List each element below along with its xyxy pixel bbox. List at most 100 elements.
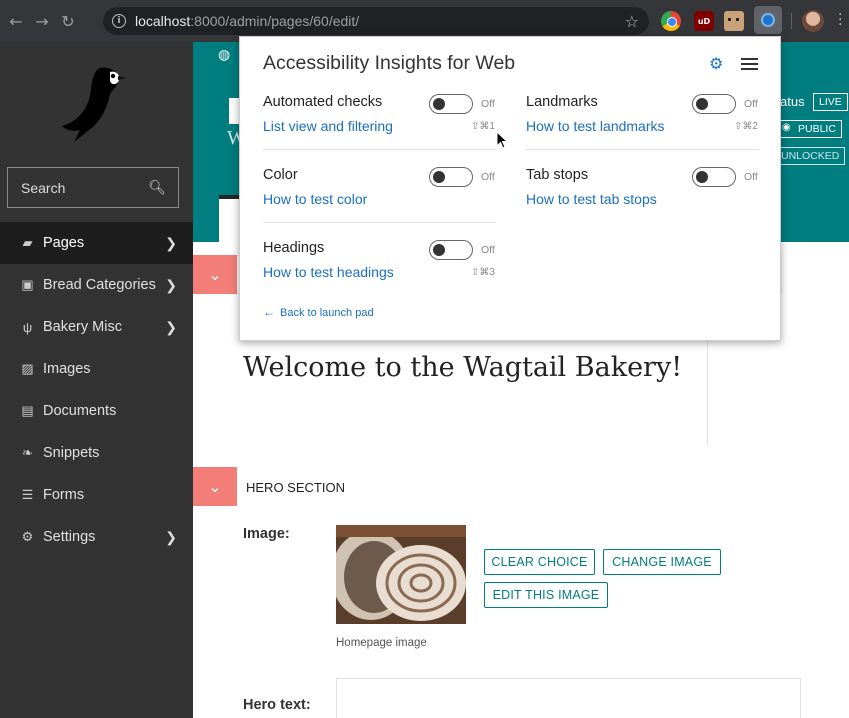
divider bbox=[263, 149, 496, 150]
profile-avatar[interactable] bbox=[802, 10, 824, 32]
colorful-extension-icon[interactable] bbox=[661, 11, 681, 31]
test-name: Automated checks bbox=[263, 94, 383, 110]
sidebar-item-bakery-misc[interactable]: ψ Bakery Misc ❯ bbox=[0, 306, 193, 348]
sidebar-item-label: Documents bbox=[43, 403, 117, 419]
search-icon[interactable]: 🔍︎ bbox=[148, 179, 166, 196]
sidebar-search[interactable]: Search 🔍︎ bbox=[7, 167, 179, 208]
color-link[interactable]: How to test color bbox=[263, 191, 367, 207]
tab-stops-link[interactable]: How to test tab stops bbox=[526, 191, 657, 207]
toggle-state: Off bbox=[481, 244, 495, 256]
hero-text-input[interactable] bbox=[336, 678, 801, 718]
hero-text-label: Hero text: bbox=[243, 697, 311, 713]
clear-choice-button[interactable]: CLEAR CHOICE bbox=[484, 549, 595, 575]
headings-toggle[interactable] bbox=[429, 240, 473, 260]
wagtail-bird-logo[interactable] bbox=[60, 64, 126, 144]
shortcut-hint: ⇧⌘2 bbox=[734, 121, 758, 132]
test-name: Tab stops bbox=[526, 167, 589, 183]
chevron-right-icon: ❯ bbox=[165, 234, 177, 251]
image-field-label: Image: bbox=[243, 526, 290, 542]
doc-icon: ▤ bbox=[21, 403, 34, 418]
privacy-badge-public[interactable]: PUBLIC bbox=[775, 120, 842, 138]
address-bar[interactable]: i localhost:8000/admin/pages/60/edit/ ☆ bbox=[103, 7, 649, 35]
automated-checks-link[interactable]: List view and filtering bbox=[263, 118, 393, 134]
sidebar-item-settings[interactable]: ⚙ Settings ❯ bbox=[0, 516, 193, 558]
bread-thumbnail-image[interactable] bbox=[336, 525, 466, 624]
bookmark-star-icon[interactable]: ☆ bbox=[625, 12, 639, 31]
forward-arrow-icon[interactable]: → bbox=[29, 8, 55, 34]
admin-sidebar: Search 🔍︎ ▰ Pages ❯ ▣ Bread Categories ❯… bbox=[0, 42, 193, 718]
collapse-section-button[interactable]: ⌄ bbox=[193, 255, 237, 294]
toolbar-divider bbox=[791, 13, 792, 29]
shortcut-hint: ⇧⌘3 bbox=[471, 267, 495, 278]
divider bbox=[526, 149, 759, 150]
chevron-down-icon: ⌄ bbox=[208, 265, 222, 284]
field-divider bbox=[707, 340, 708, 446]
toggle-state: Off bbox=[481, 98, 495, 110]
globe-icon[interactable]: ◍ bbox=[218, 47, 230, 63]
pixel-face-icon[interactable] bbox=[724, 11, 744, 31]
sidebar-item-snippets[interactable]: ❧ Snippets bbox=[0, 432, 193, 474]
lock-badge-unlocked[interactable]: UNLOCKED bbox=[775, 147, 846, 165]
sidebar-item-images[interactable]: ▨ Images bbox=[0, 348, 193, 390]
back-arrow-icon[interactable]: ← bbox=[3, 8, 29, 34]
ublock-icon[interactable]: uD bbox=[694, 11, 714, 31]
reload-icon[interactable]: ↻ bbox=[55, 8, 81, 34]
accessibility-insights-icon[interactable] bbox=[754, 6, 782, 34]
test-color: Color Off How to test color bbox=[263, 167, 495, 224]
sidebar-menu: ▰ Pages ❯ ▣ Bread Categories ❯ ψ Bakery … bbox=[0, 222, 193, 558]
folder-open-icon: ▰ bbox=[22, 235, 33, 250]
color-toggle[interactable] bbox=[429, 167, 473, 187]
sidebar-item-bread-categories[interactable]: ▣ Bread Categories ❯ bbox=[0, 264, 193, 306]
sidebar-item-label: Bread Categories bbox=[43, 277, 156, 293]
status-badge-live[interactable]: LIVE bbox=[813, 93, 848, 111]
test-name: Color bbox=[263, 167, 298, 183]
snippet-icon: ❧ bbox=[22, 445, 33, 460]
test-tab-stops: Tab stops Off How to test tab stops bbox=[526, 167, 758, 224]
url-path: :8000/admin/pages/60/edit/ bbox=[190, 13, 360, 29]
tab-stops-toggle[interactable] bbox=[692, 167, 736, 187]
test-landmarks: Landmarks Off How to test landmarks ⇧⌘2 bbox=[526, 94, 758, 151]
sidebar-item-pages[interactable]: ▰ Pages ❯ bbox=[0, 222, 193, 264]
chrome-menu-icon[interactable]: · · · bbox=[838, 8, 844, 32]
test-name: Headings bbox=[263, 240, 325, 256]
url-text[interactable]: localhost:8000/admin/pages/60/edit/ bbox=[135, 13, 359, 29]
landmarks-link[interactable]: How to test landmarks bbox=[526, 118, 665, 134]
sidebar-item-label: Snippets bbox=[43, 445, 100, 461]
gear-icon[interactable]: ⚙ bbox=[709, 54, 723, 74]
change-image-button[interactable]: CHANGE IMAGE bbox=[603, 549, 721, 575]
chevron-right-icon: ❯ bbox=[165, 318, 177, 335]
automated-checks-toggle[interactable] bbox=[429, 94, 473, 114]
site-info-icon[interactable]: i bbox=[112, 14, 126, 28]
edit-image-button[interactable]: EDIT THIS IMAGE bbox=[484, 582, 608, 608]
sidebar-item-label: Pages bbox=[43, 235, 85, 251]
sidebar-item-documents[interactable]: ▤ Documents bbox=[0, 390, 193, 432]
shortcut-hint: ⇧⌘1 bbox=[471, 121, 495, 132]
form-icon: ☰ bbox=[21, 487, 34, 502]
header-title-fragment bbox=[229, 98, 239, 124]
title-field-value[interactable]: Welcome to the Wagtail Bakery! bbox=[243, 352, 682, 383]
chevron-down-icon: ⌄ bbox=[208, 477, 222, 496]
toggle-state: Off bbox=[744, 171, 758, 183]
status-label: atus bbox=[780, 94, 805, 109]
mouse-cursor-icon bbox=[496, 131, 508, 149]
sidebar-item-label: Bakery Misc bbox=[43, 319, 122, 335]
hamburger-menu-icon[interactable] bbox=[741, 58, 758, 73]
cogs-icon: ⚙ bbox=[21, 529, 34, 544]
test-name: Landmarks bbox=[526, 94, 598, 110]
search-input[interactable]: Search bbox=[21, 180, 65, 196]
hero-section-heading: HERO SECTION bbox=[246, 480, 345, 495]
toggle-state: Off bbox=[481, 171, 495, 183]
test-automated-checks: Automated checks Off List view and filte… bbox=[263, 94, 495, 151]
back-link-label: Back to launch pad bbox=[280, 307, 374, 319]
headings-link[interactable]: How to test headings bbox=[263, 264, 394, 280]
url-host: localhost bbox=[135, 13, 191, 29]
suitcase-icon: ▣ bbox=[21, 277, 34, 292]
sidebar-item-label: Images bbox=[43, 361, 91, 377]
divider bbox=[263, 222, 496, 223]
landmarks-toggle[interactable] bbox=[692, 94, 736, 114]
image-caption: Homepage image bbox=[336, 637, 427, 649]
collapse-hero-section-button[interactable]: ⌄ bbox=[193, 467, 237, 506]
sidebar-item-forms[interactable]: ☰ Forms bbox=[0, 474, 193, 516]
back-to-launch-pad-link[interactable]: ← Back to launch pad bbox=[263, 305, 374, 319]
sidebar-item-label: Settings bbox=[43, 529, 96, 545]
